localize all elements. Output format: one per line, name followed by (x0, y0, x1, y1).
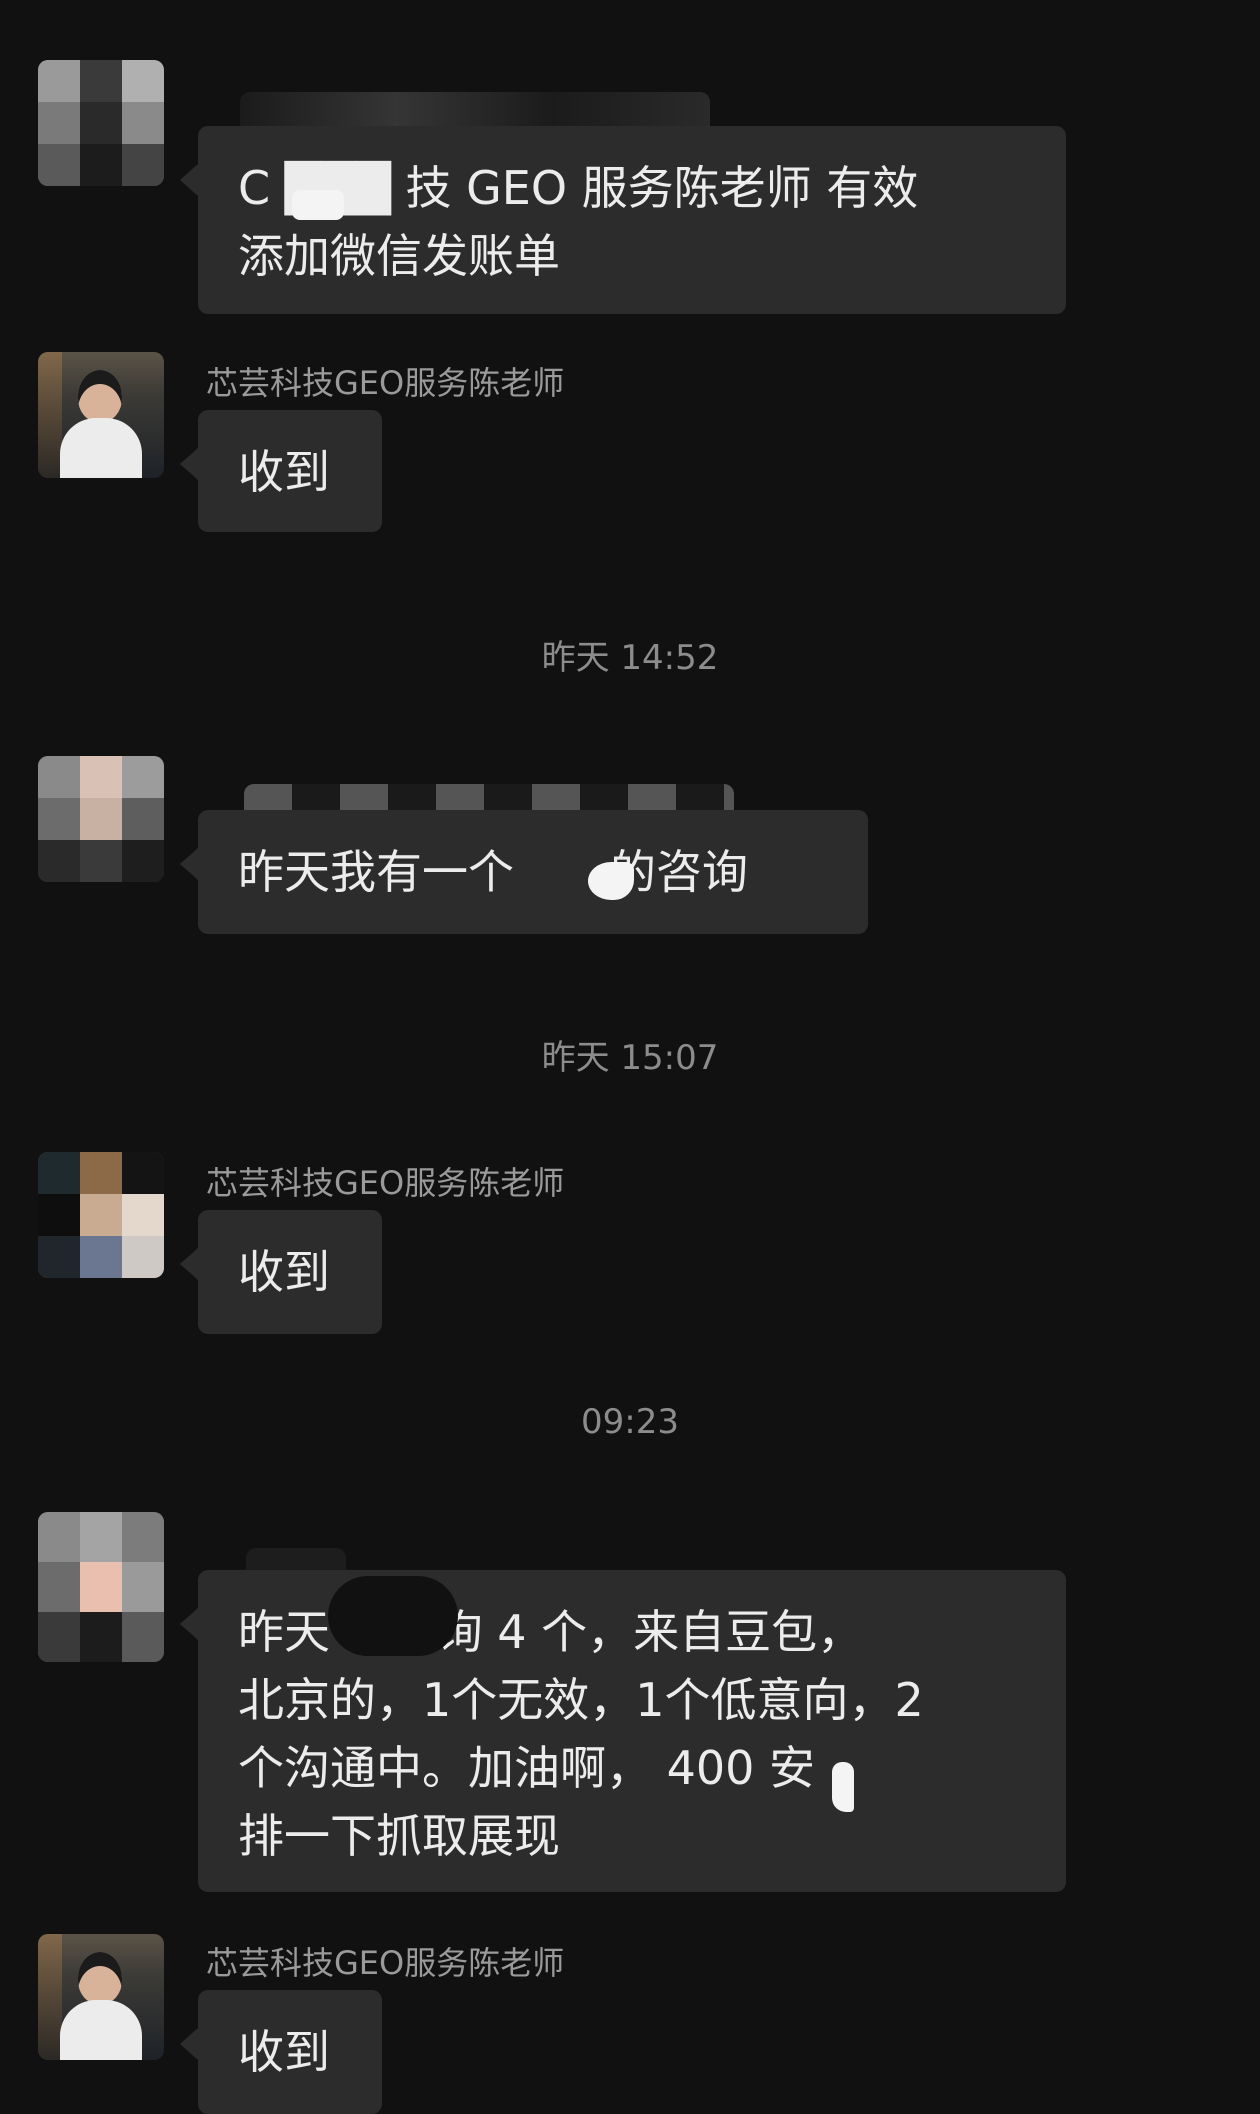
message-text-line: 排一下抓取展现 (238, 1809, 560, 1863)
redaction-mark (832, 1762, 854, 1812)
avatar-chen[interactable] (38, 352, 164, 478)
message-bubble[interactable]: 昨天我有一个 的咨询 (180, 810, 868, 934)
avatar-blurred[interactable] (38, 1512, 164, 1662)
redaction-mark (588, 862, 634, 900)
message-bubble[interactable]: C ███ 技 GEO 服务陈老师 有效 添加微信发账单 (180, 126, 1066, 314)
message-text: 收到 (238, 445, 330, 499)
message-text-line: C ███ 技 GEO 服务陈老师 有效 (238, 161, 919, 215)
avatar-chen[interactable] (38, 1934, 164, 2060)
redaction-mark (292, 190, 344, 220)
sender-name: 芯芸科技GEO服务陈老师 (206, 364, 565, 402)
redaction-mark (328, 1576, 458, 1656)
avatar-head (78, 1952, 122, 2004)
message-bubble[interactable]: 收到 (180, 410, 382, 532)
avatar-head (78, 370, 122, 422)
message-text-line: 北京的，1个无效，1个低意向，2 (238, 1673, 924, 1727)
timestamp: 昨天 14:52 (541, 638, 719, 678)
timestamp: 09:23 (581, 1402, 679, 1442)
message-text-line: 添加微信发账单 (238, 229, 560, 283)
sender-name: 芯芸科技GEO服务陈老师 (206, 1164, 565, 1202)
timestamp: 昨天 15:07 (541, 1038, 719, 1078)
avatar-background (38, 1934, 62, 2060)
message-text: 收到 (238, 2025, 330, 2079)
message-bubble[interactable]: 收到 (180, 1990, 382, 2114)
message-bubble[interactable]: 收到 (180, 1210, 382, 1334)
avatar-chen-pixelated[interactable] (38, 1152, 164, 1278)
sender-name: 芯芸科技GEO服务陈老师 (206, 1944, 565, 1982)
avatar-blurred[interactable] (38, 60, 164, 186)
message-text-line: 个沟通中。加油啊， 400 安 (238, 1741, 816, 1795)
avatar-blurred[interactable] (38, 756, 164, 882)
avatar-background (38, 352, 62, 478)
message-text: 昨天我有一个 (238, 845, 514, 899)
avatar-shirt (60, 418, 142, 478)
message-text: 收到 (238, 1245, 330, 1299)
avatar-shirt (60, 2000, 142, 2060)
